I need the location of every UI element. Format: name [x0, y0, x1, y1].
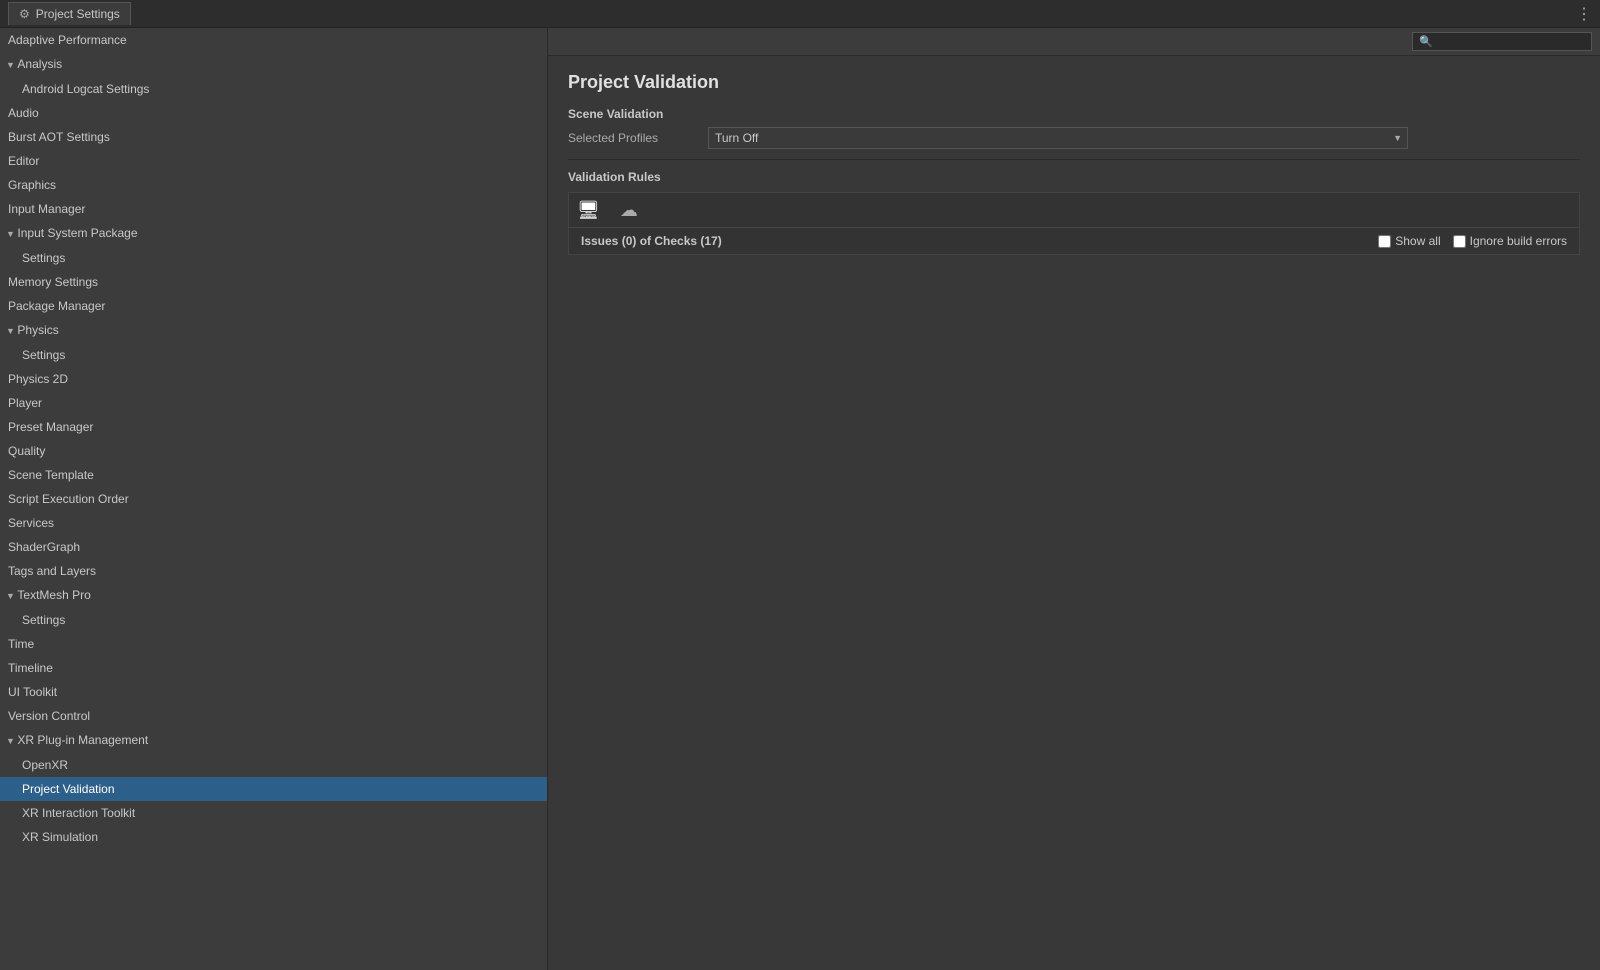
main-layout: Adaptive PerformanceAnalysisAndroid Logc…	[0, 28, 1600, 970]
sidebar-item-adaptive-performance[interactable]: Adaptive Performance	[0, 28, 547, 52]
sidebar-item-project-validation[interactable]: Project Validation	[0, 777, 547, 801]
sidebar-item-physics-settings[interactable]: Settings	[0, 343, 547, 367]
show-all-group: Show all	[1378, 234, 1440, 248]
sidebar-item-time[interactable]: Time	[0, 632, 547, 656]
panel-title: Project Validation	[568, 72, 1580, 93]
sidebar-item-android-logcat[interactable]: Android Logcat Settings	[0, 77, 547, 101]
search-box[interactable]: 🔍	[1412, 32, 1592, 51]
ignore-build-errors-group: Ignore build errors	[1453, 234, 1567, 248]
sidebar-item-timeline[interactable]: Timeline	[0, 656, 547, 680]
platform-bar: 🖥 ☁	[568, 192, 1580, 228]
more-options-icon[interactable]: ⋮	[1576, 4, 1592, 24]
issues-label: Issues (0) of Checks (17)	[581, 234, 1366, 248]
content-panel: Project Validation Scene Validation Sele…	[548, 56, 1600, 970]
sidebar-item-xr-plugin-management[interactable]: XR Plug-in Management	[0, 728, 547, 753]
sidebar-item-player[interactable]: Player	[0, 391, 547, 415]
show-all-label: Show all	[1395, 234, 1440, 248]
cloud-platform-icon[interactable]: ☁	[620, 200, 638, 221]
ignore-build-errors-checkbox[interactable]	[1453, 235, 1466, 248]
sidebar-item-input-settings[interactable]: Settings	[0, 246, 547, 270]
title-bar: ⚙ Project Settings ⋮	[0, 0, 1600, 28]
search-input[interactable]	[1437, 36, 1585, 48]
sidebar-item-package-manager[interactable]: Package Manager	[0, 294, 547, 318]
selected-profiles-select[interactable]: Turn Off	[708, 127, 1408, 149]
validation-rules-section: Validation Rules 🖥 ☁ Issues (0) of Check…	[568, 170, 1580, 255]
sidebar-item-xr-interaction-toolkit[interactable]: XR Interaction Toolkit	[0, 801, 547, 825]
tab-label: Project Settings	[36, 7, 120, 21]
project-settings-tab[interactable]: ⚙ Project Settings	[8, 2, 131, 25]
sidebar-item-physics-2d[interactable]: Physics 2D	[0, 367, 547, 391]
sidebar-item-graphics[interactable]: Graphics	[0, 173, 547, 197]
sidebar-item-scene-template[interactable]: Scene Template	[0, 463, 547, 487]
sidebar-item-shader-graph[interactable]: ShaderGraph	[0, 535, 547, 559]
issues-row: Issues (0) of Checks (17) Show all Ignor…	[568, 228, 1580, 255]
desktop-platform-icon[interactable]: 🖥	[577, 200, 600, 221]
sidebar-item-analysis[interactable]: Analysis	[0, 52, 547, 77]
sidebar-item-textmesh-pro[interactable]: TextMesh Pro	[0, 583, 547, 608]
divider	[568, 159, 1580, 160]
sidebar-item-burst-aot[interactable]: Burst AOT Settings	[0, 125, 547, 149]
sidebar-item-physics[interactable]: Physics	[0, 318, 547, 343]
sidebar-item-preset-manager[interactable]: Preset Manager	[0, 415, 547, 439]
sidebar-item-openxr[interactable]: OpenXR	[0, 753, 547, 777]
sidebar-item-version-control[interactable]: Version Control	[0, 704, 547, 728]
show-all-checkbox[interactable]	[1378, 235, 1391, 248]
selected-profiles-row: Selected Profiles Turn Off	[568, 127, 1580, 149]
gear-icon: ⚙	[19, 7, 30, 21]
validation-rules-header: Validation Rules	[568, 170, 1580, 184]
selected-profiles-dropdown[interactable]: Turn Off	[708, 127, 1408, 149]
sidebar-item-xr-simulation[interactable]: XR Simulation	[0, 825, 547, 849]
sidebar-item-textmesh-settings[interactable]: Settings	[0, 608, 547, 632]
sidebar-item-ui-toolkit[interactable]: UI Toolkit	[0, 680, 547, 704]
sidebar-item-input-system-package[interactable]: Input System Package	[0, 221, 547, 246]
content-area: 🔍 Project Validation Scene Validation Se…	[548, 28, 1600, 970]
sidebar: Adaptive PerformanceAnalysisAndroid Logc…	[0, 28, 548, 970]
sidebar-item-memory-settings[interactable]: Memory Settings	[0, 270, 547, 294]
search-icon: 🔍	[1419, 35, 1433, 48]
sidebar-item-script-execution-order[interactable]: Script Execution Order	[0, 487, 547, 511]
sidebar-item-services[interactable]: Services	[0, 511, 547, 535]
selected-profiles-label: Selected Profiles	[568, 131, 698, 145]
sidebar-item-input-manager[interactable]: Input Manager	[0, 197, 547, 221]
scene-validation-label: Scene Validation	[568, 107, 1580, 121]
sidebar-item-quality[interactable]: Quality	[0, 439, 547, 463]
sidebar-item-editor[interactable]: Editor	[0, 149, 547, 173]
content-toolbar: 🔍	[548, 28, 1600, 56]
sidebar-item-tags-and-layers[interactable]: Tags and Layers	[0, 559, 547, 583]
sidebar-item-audio[interactable]: Audio	[0, 101, 547, 125]
ignore-build-errors-label: Ignore build errors	[1470, 234, 1567, 248]
